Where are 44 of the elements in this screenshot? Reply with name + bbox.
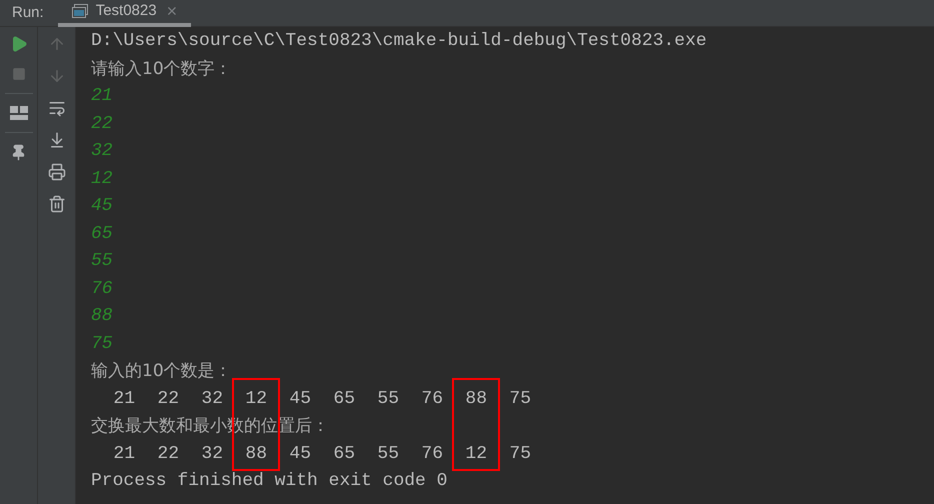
console-line: D:\Users\source\C\Test0823\cmake-build-debug\Test0823.exe [91,30,707,54]
input-text: 76 [91,278,113,301]
number-value: 45 [289,442,311,466]
number-value: 55 [377,388,399,411]
number-value: 21 [113,442,135,466]
input-text: 21 [91,85,113,108]
number-value: 65 [333,442,355,466]
pin-icon [10,144,27,160]
number-value: 76 [421,442,443,466]
number-value: 12 [245,388,267,411]
number-value: 75 [509,388,531,411]
number-value: 88 [465,388,487,411]
input-text: 32 [91,140,113,164]
number-value: 22 [157,442,179,466]
number-value: 21 [113,388,135,411]
input-text: 22 [91,112,113,136]
input-text: 65 [91,222,113,246]
number-value: 55 [377,442,399,466]
trash-icon [48,195,66,213]
input-text: 75 [91,332,113,356]
number-value: 45 [289,388,311,411]
number-value: 22 [157,388,179,411]
number-value: 88 [245,442,267,466]
layout-icon [10,106,28,120]
input-text: 12 [91,168,113,191]
run-tab[interactable]: Test0823 × [58,0,192,26]
input-text: 88 [91,305,113,328]
tab-title: Test0823 [96,0,157,21]
run-label: Run: [12,2,44,23]
printer-icon [48,163,66,181]
wrap-icon [48,99,66,117]
number-value: 65 [333,388,355,411]
number-value: 75 [509,442,531,466]
console-line: 请输入10个数字： [91,58,232,80]
input-text: 45 [91,195,113,218]
console-line: 输入的10个数是： [91,360,232,383]
console-icon [72,4,88,18]
number-value: 76 [421,388,443,411]
console-line: Process finished with exit code 0 [91,470,448,494]
number-value: 32 [201,388,223,411]
number-value: 32 [201,442,223,466]
stop-icon [12,67,26,81]
input-text: 55 [91,250,113,274]
number-value: 12 [465,442,487,466]
